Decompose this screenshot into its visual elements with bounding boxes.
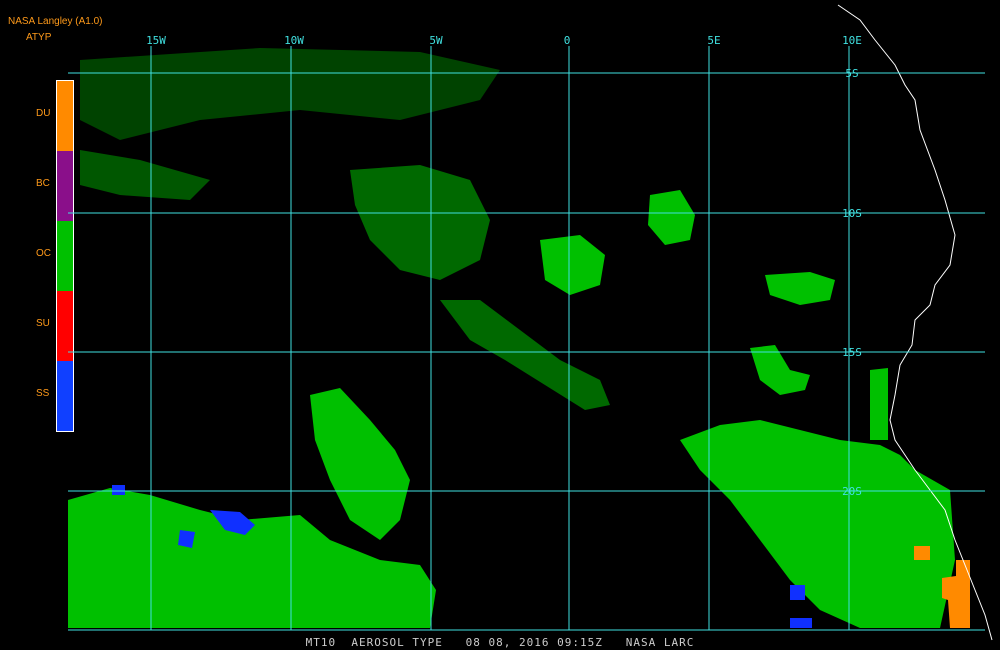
- oc-region-east-patch: [765, 272, 835, 305]
- oc-region-central: [310, 388, 410, 540]
- lat-label-10s: 10S: [842, 207, 862, 220]
- lon-label-0: 0: [564, 34, 571, 47]
- lon-label-10e: 10E: [842, 34, 862, 47]
- lat-label-15s: 15S: [842, 346, 862, 359]
- oc-region-diffuse-north: [350, 165, 490, 280]
- ss-region-northwest: [112, 485, 125, 495]
- lon-label-5w: 5W: [429, 34, 443, 47]
- lat-label-5s: 5S: [845, 67, 858, 80]
- ss-region-south: [790, 618, 812, 628]
- oc-region-diffuse-northwest: [80, 48, 500, 140]
- oc-region-scattered-mid: [540, 235, 605, 295]
- oc-aerosol-regions: [68, 48, 955, 628]
- aerosol-map: 15W 10W 5W 0 5E 10E 5S 10S 15S 20S: [68, 4, 993, 641]
- lon-label-5e: 5E: [707, 34, 720, 47]
- oc-region-southeast: [680, 420, 955, 628]
- product-footer: MT10 AEROSOL TYPE 08 08, 2016 09:15Z NAS…: [305, 636, 695, 649]
- oc-region-scattered-north: [648, 190, 695, 245]
- ss-region-west-small: [178, 530, 195, 548]
- lon-label-15w: 15W: [146, 34, 166, 47]
- du-region-north: [914, 546, 930, 560]
- ss-region-southeast: [790, 585, 805, 600]
- lon-label-10w: 10W: [284, 34, 304, 47]
- oc-region-diffuse-west: [80, 150, 210, 200]
- oc-region-diffuse-streak: [440, 300, 610, 410]
- lat-label-20s: 20S: [842, 485, 862, 498]
- oc-region-coastal-strip: [870, 368, 888, 440]
